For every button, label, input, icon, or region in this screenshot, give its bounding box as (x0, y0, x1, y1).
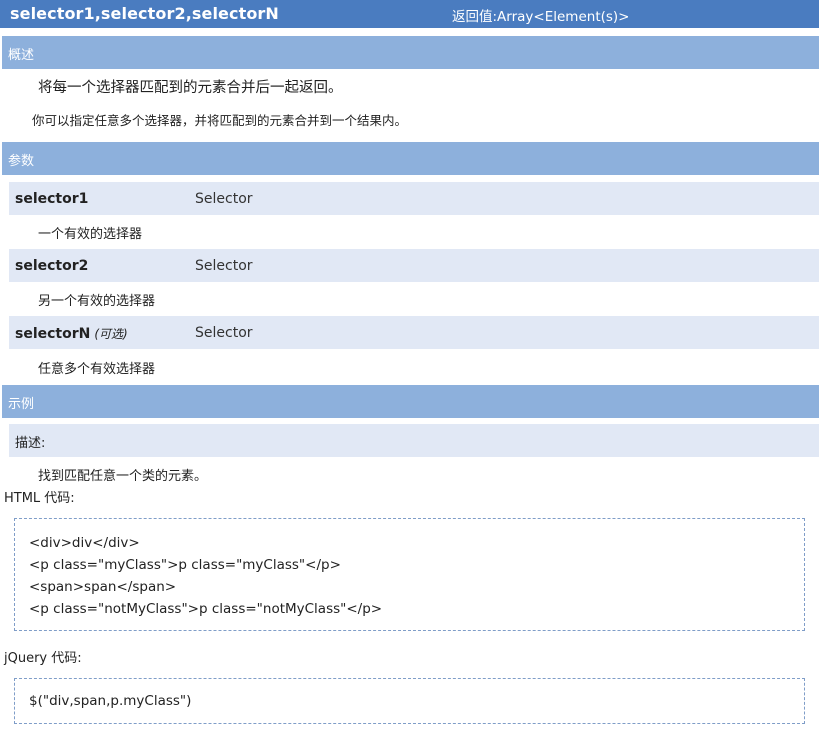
param-name: selector1 (15, 191, 88, 207)
section-params-label: 参数 (8, 154, 35, 169)
param-row-selector1: selector1 Selector (9, 182, 819, 215)
example-desc-text: 找到匹配任意一个类的元素。 (38, 469, 208, 484)
section-overview: 概述 (2, 36, 819, 69)
example-desc-row: 描述: (9, 424, 819, 457)
jquery-code-label: jQuery 代码: (4, 651, 82, 666)
param-row-selectorN: selectorN (可选) Selector (9, 316, 819, 349)
section-example: 示例 (2, 385, 819, 418)
param-optional: (可选) (94, 327, 128, 341)
jquery-code-block: $("div,span,p.myClass") (14, 678, 805, 724)
overview-line-1: 将每一个选择器匹配到的元素合并后一起返回。 (38, 80, 343, 96)
param-row-selector2: selector2 Selector (9, 249, 819, 282)
param-name-text: selector1 (15, 191, 89, 207)
param-type: Selector (195, 258, 253, 274)
param-type: Selector (195, 191, 253, 207)
code-line: <div>div</div> (29, 535, 140, 551)
page-title: selector1,selector2,selectorN (10, 4, 279, 23)
page-header: selector1,selector2,selectorN 返回值:Array<… (0, 0, 819, 28)
param-desc: 任意多个有效选择器 (38, 362, 156, 377)
param-name-text: selectorN (15, 326, 91, 342)
param-type: Selector (195, 325, 253, 341)
code-line: $("div,span,p.myClass") (29, 693, 192, 709)
code-line: <p class="myClass">p class="myClass"</p> (29, 557, 341, 573)
code-line: <p class="notMyClass">p class="notMyClas… (29, 601, 383, 617)
html-code-block: <div>div</div> <p class="myClass">p clas… (14, 518, 805, 631)
param-name: selectorN (可选) (15, 325, 128, 342)
section-params: 参数 (2, 142, 819, 175)
param-desc: 另一个有效的选择器 (38, 294, 156, 309)
return-value: 返回值:Array<Element(s)> (452, 9, 630, 25)
section-example-label: 示例 (8, 397, 35, 412)
param-desc: 一个有效的选择器 (38, 227, 143, 242)
example-desc-label: 描述: (15, 436, 46, 451)
code-line: <span>span</span> (29, 579, 177, 595)
param-name: selector2 (15, 258, 88, 274)
html-code-label: HTML 代码: (4, 491, 75, 506)
param-name-text: selector2 (15, 258, 89, 274)
section-overview-label: 概述 (8, 48, 35, 63)
overview-line-2: 你可以指定任意多个选择器，并将匹配到的元素合并到一个结果内。 (32, 113, 408, 128)
